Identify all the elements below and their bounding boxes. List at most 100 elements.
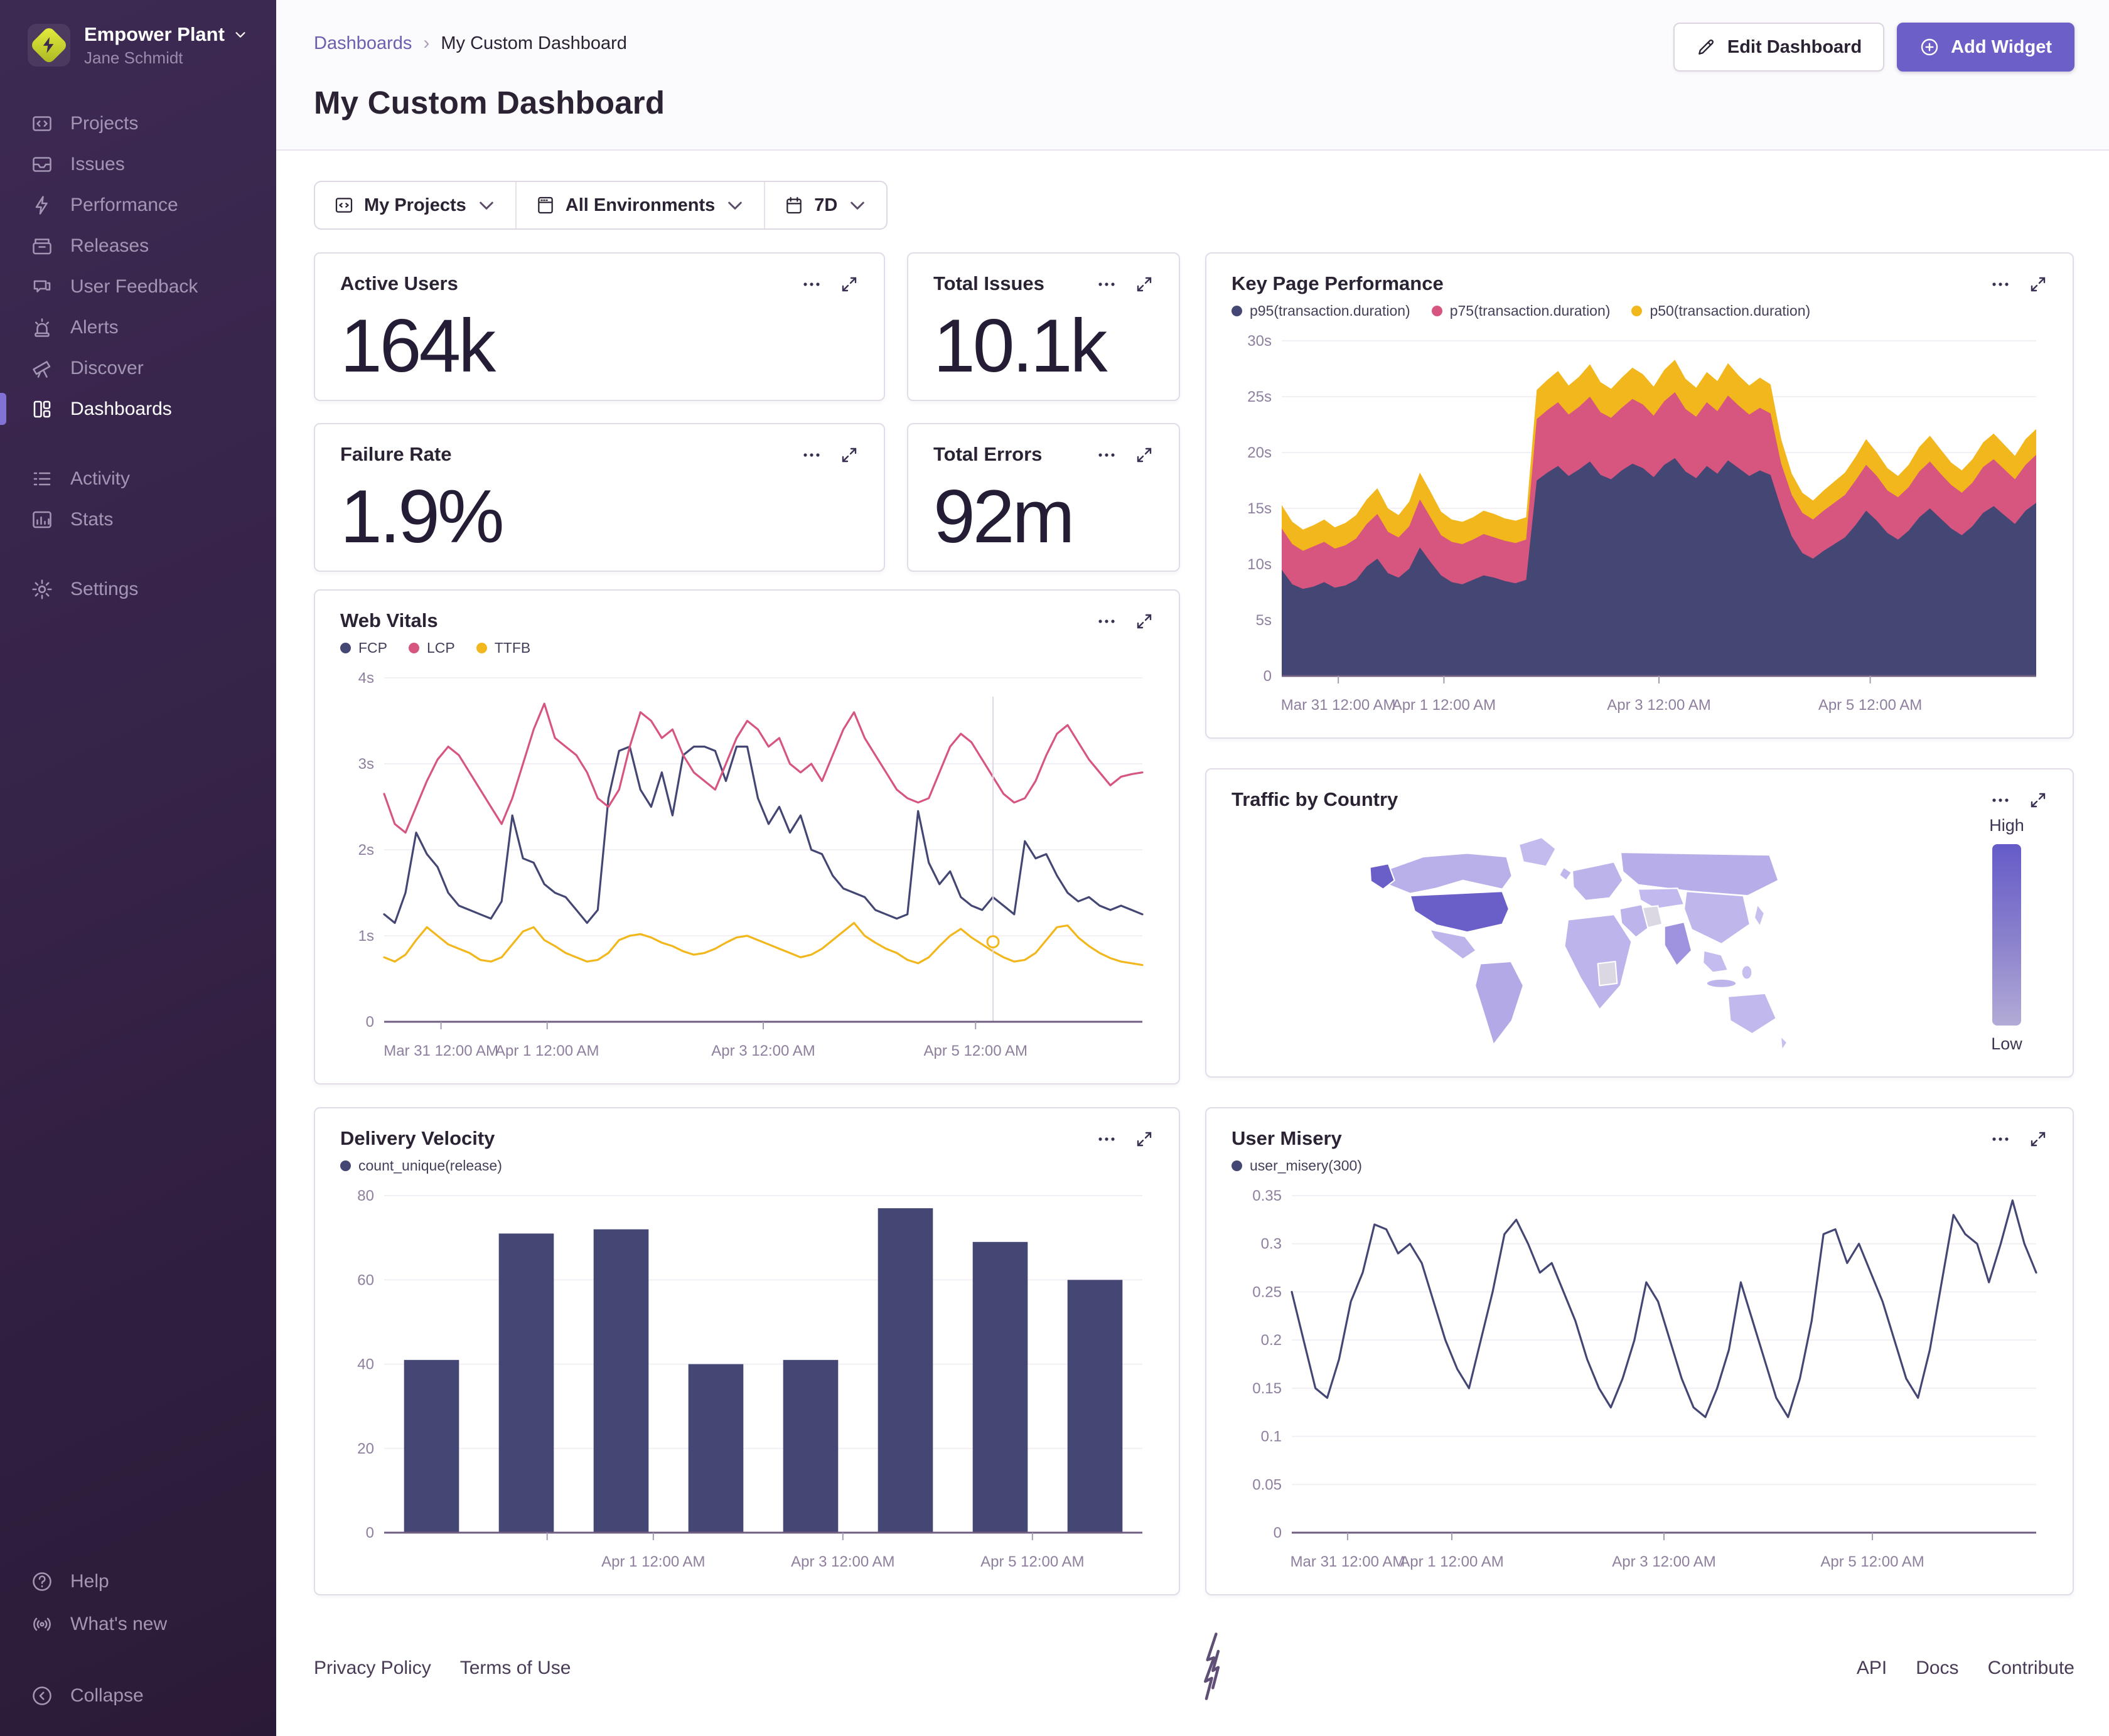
widget-failure-rate: Failure Rate 1.9% bbox=[314, 423, 885, 572]
sidebar-item-activity[interactable]: Activity bbox=[0, 458, 276, 499]
widget-menu-button[interactable] bbox=[1097, 275, 1116, 294]
sidebar-item-issues[interactable]: Issues bbox=[0, 144, 276, 185]
svg-text:0: 0 bbox=[366, 1014, 374, 1031]
footer-link-terms-of-use[interactable]: Terms of Use bbox=[460, 1658, 571, 1679]
map-region-usa bbox=[1409, 891, 1510, 933]
sidebar-item-stats[interactable]: Stats bbox=[0, 499, 276, 540]
svg-text:0: 0 bbox=[1264, 668, 1272, 685]
footer-link-docs[interactable]: Docs bbox=[1916, 1658, 1958, 1679]
sidebar-bottom-nav: Help What's new Collapse bbox=[0, 1560, 276, 1717]
user-misery-chart[interactable]: 0 0.05 0.1 0.15 0.2 0.25 0.3 0.35 Mar 31 12:00 A… bbox=[1232, 1186, 2047, 1578]
legend-item: p95(transaction.duration) bbox=[1232, 303, 1410, 319]
legend-item: count_unique(release) bbox=[340, 1157, 502, 1174]
map-region-philippines bbox=[1741, 965, 1753, 980]
sidebar-item-performance[interactable]: Performance bbox=[0, 185, 276, 225]
big-number-value: 1.9% bbox=[340, 474, 505, 559]
add-widget-button[interactable]: Add Widget bbox=[1897, 23, 2074, 72]
sidebar-item-what-s-new[interactable]: What's new bbox=[0, 1603, 276, 1646]
widget-menu-button[interactable] bbox=[802, 446, 821, 464]
expand-icon[interactable] bbox=[2029, 275, 2047, 294]
expand-icon[interactable] bbox=[1135, 612, 1154, 631]
expand-icon[interactable] bbox=[1135, 275, 1154, 294]
sidebar-item-alerts[interactable]: Alerts bbox=[0, 307, 276, 348]
page-header: Dashboards › My Custom Dashboard My Cust… bbox=[276, 0, 2109, 151]
world-map[interactable] bbox=[1232, 815, 1966, 1060]
widget-title: Web Vitals bbox=[340, 609, 438, 631]
svg-text:0.15: 0.15 bbox=[1252, 1380, 1282, 1397]
alerts-icon bbox=[30, 316, 54, 340]
map-region-africa bbox=[1564, 914, 1633, 1010]
widget-title: Total Errors bbox=[933, 443, 1043, 465]
map-region-india bbox=[1663, 921, 1693, 967]
releases-icon bbox=[30, 234, 54, 258]
expand-icon[interactable] bbox=[1135, 1130, 1154, 1149]
svg-text:1s: 1s bbox=[358, 928, 374, 945]
sidebar-item-user-feedback[interactable]: User Feedback bbox=[0, 266, 276, 307]
widget-menu-button[interactable] bbox=[1991, 1130, 2010, 1149]
expand-icon[interactable] bbox=[840, 446, 859, 464]
map-region-southeast-asia bbox=[1702, 950, 1729, 973]
svg-text:Apr 1 12:00 AM: Apr 1 12:00 AM bbox=[495, 1042, 599, 1059]
widget-title: Traffic by Country bbox=[1232, 788, 1398, 810]
chart-legend: user_misery(300) bbox=[1232, 1157, 2047, 1174]
widget-menu-button[interactable] bbox=[802, 275, 821, 294]
svg-text:60: 60 bbox=[357, 1272, 374, 1289]
web-vitals-chart[interactable]: 0 1s 2s 3s 4s Mar 31 12:00 AM Apr 1 12:00 AM Ap… bbox=[340, 668, 1154, 1067]
environment-filter[interactable]: All Environments bbox=[515, 182, 765, 228]
sidebar-item-projects[interactable]: Projects bbox=[0, 103, 276, 144]
widget-menu-button[interactable] bbox=[1991, 275, 2010, 294]
org-logo bbox=[28, 24, 70, 67]
map-region-japan bbox=[1753, 904, 1765, 928]
date-range-filter[interactable]: 7D bbox=[764, 182, 886, 228]
footer-link-api[interactable]: API bbox=[1857, 1658, 1887, 1679]
widget-title: Active Users bbox=[340, 272, 458, 294]
stats-icon bbox=[30, 508, 54, 532]
widget-menu-button[interactable] bbox=[1097, 446, 1116, 464]
widget-user-misery: User Misery user_misery(300) 0 0.05 0.1 0.1… bbox=[1205, 1107, 2074, 1595]
sidebar-item-releases[interactable]: Releases bbox=[0, 225, 276, 266]
expand-icon[interactable] bbox=[1135, 446, 1154, 464]
active-indicator bbox=[0, 393, 6, 426]
sidebar-nav: Projects Issues Performance Releases Use… bbox=[0, 103, 276, 609]
sidebar-item-help[interactable]: Help bbox=[0, 1560, 276, 1603]
key-page-performance-chart[interactable]: 0 5s 10s 15s 20s 25s 30s Mar 31 12:00 AM Apr 1 1… bbox=[1232, 331, 2047, 721]
sidebar-item-collapse[interactable]: Collapse bbox=[0, 1674, 276, 1717]
svg-text:20: 20 bbox=[357, 1440, 374, 1457]
chevron-down-icon bbox=[728, 201, 743, 210]
org-switcher[interactable]: Empower Plant Jane Schmidt bbox=[0, 0, 276, 68]
big-number-value: 164k bbox=[340, 304, 496, 388]
svg-text:0.2: 0.2 bbox=[1261, 1332, 1282, 1349]
svg-text:0.35: 0.35 bbox=[1252, 1187, 1282, 1204]
footer-link-contribute[interactable]: Contribute bbox=[1988, 1658, 2074, 1679]
svg-text:0.25: 0.25 bbox=[1252, 1283, 1282, 1300]
widget-menu-button[interactable] bbox=[1991, 791, 2010, 810]
svg-text:Mar 31 12:00 AM: Mar 31 12:00 AM bbox=[384, 1042, 498, 1059]
svg-text:Mar 31 12:00 AM: Mar 31 12:00 AM bbox=[1291, 1553, 1405, 1570]
project-filter[interactable]: My Projects bbox=[315, 182, 515, 228]
widget-menu-button[interactable] bbox=[1097, 1130, 1116, 1149]
chevron-down-icon bbox=[851, 201, 865, 210]
widget-total-issues: Total Issues 10.1k bbox=[907, 252, 1180, 401]
expand-icon[interactable] bbox=[2029, 1130, 2047, 1149]
sidebar-item-settings[interactable]: Settings bbox=[0, 569, 276, 609]
svg-text:Apr 3 12:00 AM: Apr 3 12:00 AM bbox=[791, 1553, 894, 1570]
breadcrumb-dashboards-link[interactable]: Dashboards bbox=[314, 33, 412, 54]
delivery-velocity-chart[interactable]: 0 20 40 60 80 Apr 1 12:00 AM Apr 3 12:00 AM Apr… bbox=[340, 1186, 1154, 1578]
expand-icon[interactable] bbox=[2029, 791, 2047, 810]
breadcrumb-chevron-icon: › bbox=[423, 33, 430, 53]
expand-icon[interactable] bbox=[840, 275, 859, 294]
svg-text:0.3: 0.3 bbox=[1261, 1236, 1282, 1253]
footer-link-privacy-policy[interactable]: Privacy Policy bbox=[314, 1658, 431, 1679]
org-name: Empower Plant bbox=[84, 23, 225, 45]
widget-menu-button[interactable] bbox=[1097, 612, 1116, 631]
widget-web-vitals: Web Vitals FCP LCP TTFB 0 1s 2s 3s 4s Mar 31 12… bbox=[314, 589, 1180, 1085]
sidebar-item-dashboards[interactable]: Dashboards bbox=[0, 388, 276, 429]
svg-text:0: 0 bbox=[366, 1524, 374, 1541]
edit-dashboard-button[interactable]: Edit Dashboard bbox=[1673, 23, 1885, 72]
big-number-value: 10.1k bbox=[933, 304, 1108, 388]
map-region-uk bbox=[1559, 866, 1572, 881]
legend-item: LCP bbox=[409, 640, 455, 656]
legend-item: FCP bbox=[340, 640, 387, 656]
svg-text:3s: 3s bbox=[358, 756, 374, 773]
sidebar-item-discover[interactable]: Discover bbox=[0, 348, 276, 388]
